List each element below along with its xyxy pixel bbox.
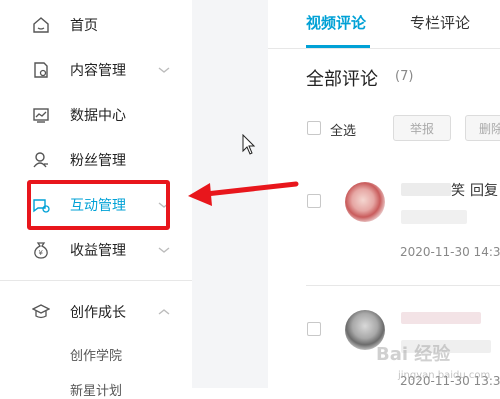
fans-icon	[32, 151, 50, 169]
username-suffix: 笑	[451, 183, 465, 199]
sidebar-item-growth[interactable]: 创作成长	[0, 290, 192, 334]
page-title: 全部评论	[306, 69, 378, 90]
reply-label: 回复	[470, 183, 498, 199]
sidebar-item-fans[interactable]: 粉丝管理	[0, 138, 192, 182]
sidebar-item-content[interactable]: 内容管理	[0, 48, 192, 92]
sidebar-item-data[interactable]: 数据中心	[0, 93, 192, 137]
delete-button[interactable]: 删除	[465, 115, 500, 141]
content-manage-icon	[32, 61, 50, 79]
tabs-divider	[268, 48, 500, 49]
sidebar-item-home[interactable]: 首页	[0, 3, 192, 47]
username-redacted	[401, 312, 481, 324]
tab-video-comments[interactable]: 视频评论	[306, 12, 366, 33]
sidebar-subitem-academy[interactable]: 创作学院	[70, 345, 122, 364]
graduation-cap-icon	[32, 303, 50, 321]
home-icon	[32, 16, 50, 34]
sidebar-item-label: 数据中心	[70, 108, 126, 124]
annotation-highlight-box	[27, 180, 170, 230]
chevron-up-icon	[158, 309, 170, 315]
report-button[interactable]: 举报	[393, 115, 451, 141]
chevron-down-icon	[158, 67, 170, 73]
comment-checkbox[interactable]	[307, 322, 321, 336]
select-all-label: 全选	[330, 124, 357, 139]
sidebar-divider	[0, 280, 192, 281]
username-redacted	[401, 183, 451, 196]
chevron-down-icon	[158, 247, 170, 253]
sidebar-item-revenue[interactable]: ¥ 收益管理	[0, 228, 192, 272]
avatar[interactable]	[345, 182, 385, 222]
tab-column-comments[interactable]: 专栏评论	[410, 12, 470, 33]
comment-text-redacted	[401, 210, 467, 224]
mouse-cursor-icon	[242, 134, 256, 155]
sidebar-item-label: 内容管理	[70, 63, 126, 79]
main-panel: 视频评论 专栏评论 全部评论 (7) 全选 举报 删除 笑 回复 2020-11…	[268, 0, 500, 388]
comment-count: (7)	[395, 69, 414, 84]
sidebar: 首页 内容管理 数据中心 粉丝管理 互动管理 ¥ 收益管理 创作成长 创作学院 …	[0, 0, 192, 399]
sidebar-item-label: 首页	[70, 18, 98, 34]
sidebar-item-label: 创作成长	[70, 305, 126, 321]
comment-timestamp: 2020-11-30 14:35	[400, 245, 500, 259]
sidebar-subitem-newstar[interactable]: 新星计划	[70, 380, 122, 399]
money-bag-icon: ¥	[32, 241, 50, 259]
data-center-icon	[32, 106, 50, 124]
comment-divider	[306, 285, 500, 286]
sidebar-item-label: 收益管理	[70, 243, 126, 259]
svg-text:¥: ¥	[39, 249, 44, 257]
watermark-logo: Bai 经验	[376, 344, 451, 365]
content-gutter	[192, 0, 268, 388]
select-all-checkbox[interactable]	[307, 121, 321, 135]
comment-checkbox[interactable]	[307, 194, 321, 208]
sidebar-item-label: 粉丝管理	[70, 153, 126, 169]
watermark-url: jingyan.baidu.com	[398, 370, 491, 381]
